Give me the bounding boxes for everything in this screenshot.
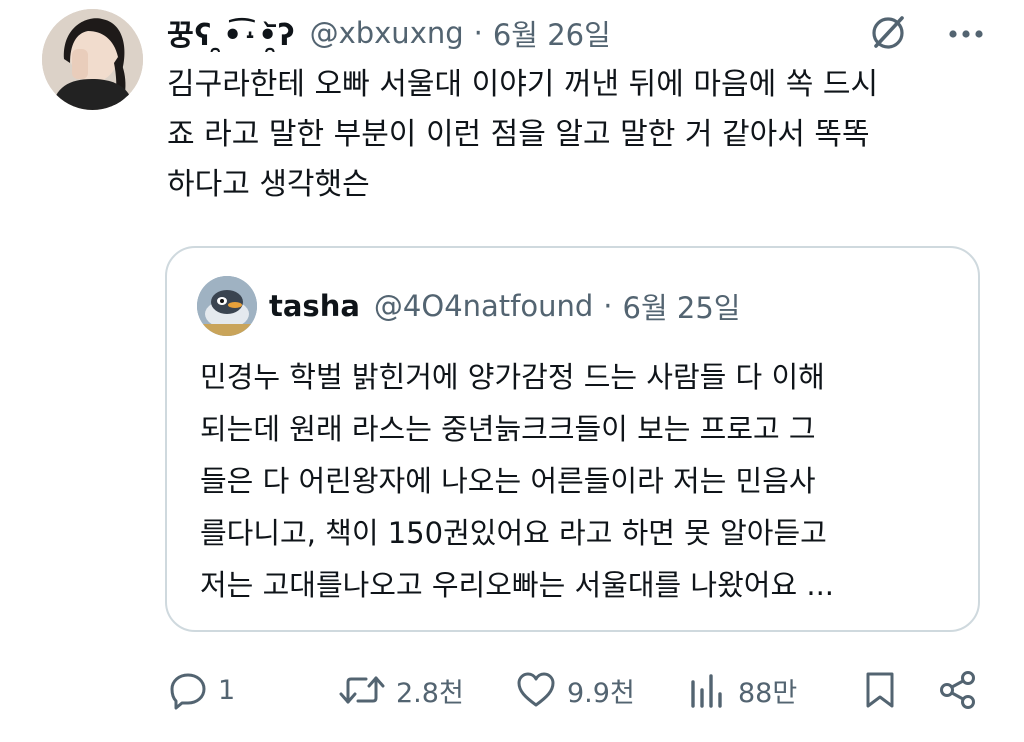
- share-button[interactable]: [938, 660, 978, 720]
- retweet-count: 2.8천: [396, 677, 464, 709]
- quoted-text-line: 민경누 학벌 밝힌거에 양가감정 드는 사람들 다 이해: [200, 360, 825, 394]
- author-avatar[interactable]: [42, 9, 143, 110]
- quoted-tweet-text: 민경누 학벌 밝힌거에 양가감정 드는 사람들 다 이해 되는데 원래 라스는 …: [200, 351, 960, 611]
- views-count: 88만: [738, 677, 798, 709]
- reply-button[interactable]: 1: [168, 660, 235, 720]
- quoted-text-line: 되는데 원래 라스는 중년늙크크들이 보는 프로고 그: [200, 412, 816, 446]
- bookmark-icon: [862, 670, 898, 710]
- views-icon: [688, 670, 728, 710]
- views-button[interactable]: 88만: [688, 660, 797, 720]
- tweet-text-line: 하다고 생각햇슨: [167, 167, 370, 202]
- quoted-separator-dot: ·: [603, 289, 613, 323]
- reply-count: 1: [218, 674, 236, 706]
- tweet-text-line: 김구라한테 오빠 서울대 이야기 꺼낸 뒤에 마음에 쏙 드시: [167, 67, 879, 102]
- quoted-text-line: 저는 고대를나오고 우리오빠는 서울대를 나왔어요 ...: [200, 568, 835, 602]
- tweet-date[interactable]: 6월 26일: [493, 12, 611, 54]
- tweet-actions: 1 2.8천 9.9천 88만: [0, 660, 1024, 720]
- quoted-display-name[interactable]: tasha: [269, 289, 360, 323]
- retweet-button[interactable]: 2.8천: [338, 660, 464, 720]
- avatar-photo: [42, 9, 143, 110]
- reply-icon: [168, 670, 208, 710]
- quoted-text-line: 를다니고, 책이 150권있어요 라고 하면 못 알아듣고: [200, 516, 827, 550]
- quoted-tweet-header: tasha @4O4natfound · 6월 25일: [269, 284, 740, 328]
- author-handle[interactable]: @xbxuxng: [310, 16, 464, 50]
- like-button[interactable]: 9.9천: [515, 660, 635, 720]
- quoted-handle[interactable]: @4O4natfound: [374, 289, 593, 323]
- retweet-icon: [338, 670, 386, 710]
- top-actions: [868, 12, 984, 56]
- quoted-date[interactable]: 6월 25일: [623, 285, 741, 327]
- like-count: 9.9천: [567, 677, 635, 709]
- more-icon[interactable]: [948, 25, 984, 44]
- grok-icon[interactable]: [868, 12, 908, 56]
- share-icon: [938, 670, 978, 710]
- quoted-text-line: 들은 다 어린왕자에 나오는 어른들이라 저는 민음사: [200, 464, 816, 498]
- separator-dot: ·: [473, 16, 483, 50]
- quoted-tweet-card[interactable]: tasha @4O4natfound · 6월 25일 민경누 학벌 밝힌거에 …: [165, 246, 980, 632]
- tweet-header: 꿍ʕ ̯•͡˔•̯᷅ʔ @xbxuxng · 6월 26일: [167, 11, 611, 55]
- like-icon: [515, 670, 557, 710]
- author-display-name[interactable]: 꿍ʕ ̯•͡˔•̯᷅ʔ: [167, 12, 296, 54]
- tweet-text-line: 죠 라고 말한 부분이 이런 점을 알고 말한 거 같아서 똑똑: [167, 117, 870, 152]
- bookmark-button[interactable]: [862, 660, 898, 720]
- tweet-text: 김구라한테 오빠 서울대 이야기 꺼낸 뒤에 마음에 쏙 드시 죠 라고 말한 …: [167, 60, 987, 210]
- quoted-avatar-image: [197, 276, 257, 336]
- quoted-author-avatar[interactable]: [197, 276, 257, 336]
